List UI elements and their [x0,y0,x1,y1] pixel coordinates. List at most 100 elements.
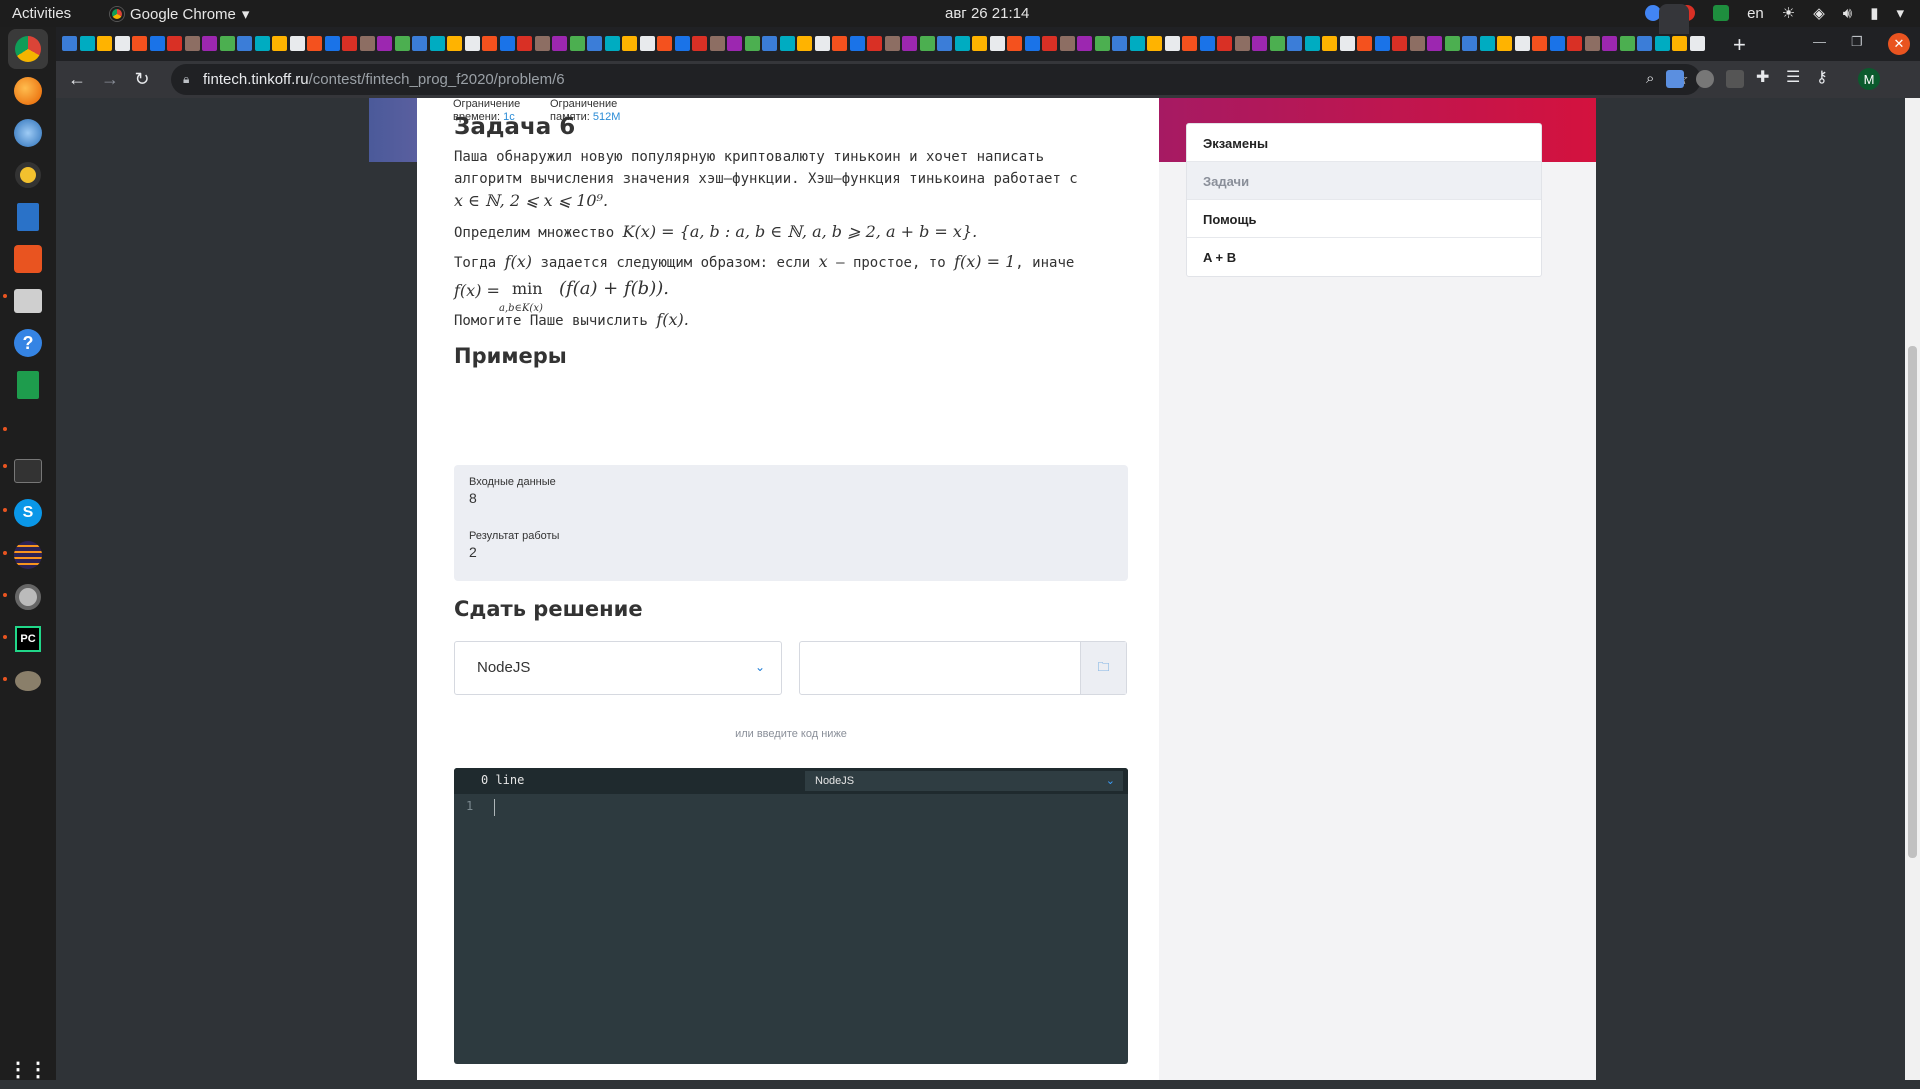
reading-list-icon[interactable]: ☰ [1786,67,1804,86]
pinned-tab-favicon[interactable] [1042,36,1057,51]
pinned-tab-favicon[interactable] [1479,36,1495,51]
pinned-tab-favicon[interactable] [1567,36,1582,51]
wifi-icon[interactable]: ◈ [1813,4,1825,22]
pinned-tab-favicon[interactable] [499,36,515,51]
pinned-tab-favicon[interactable] [412,36,427,51]
pinned-tab-favicon[interactable] [1252,36,1267,51]
pinned-tab-favicon[interactable] [1497,36,1512,51]
pinned-tab-favicon[interactable] [814,36,830,51]
pinned-tab-favicon[interactable] [289,36,305,51]
close-tab-icon[interactable]: ✕ [1688,34,1701,52]
lock-icon[interactable]: 🔒︎ [183,72,189,87]
new-tab-icon[interactable]: + [1733,32,1746,58]
pinned-tab-favicon[interactable] [167,36,182,51]
url-text[interactable]: fintech.tinkoff.ru/contest/fintech_prog_… [203,71,565,88]
pinned-tab-favicon[interactable] [779,36,795,51]
dock-files-icon[interactable] [8,281,48,321]
pinned-tab-favicon[interactable] [1234,36,1250,51]
pinned-tab-favicon[interactable] [114,36,130,51]
pinned-tab-favicon[interactable] [324,36,340,51]
extension-camera-icon[interactable] [1666,70,1684,88]
sidebar-item-exams[interactable]: Экзамены [1187,124,1541,162]
pinned-tab-favicon[interactable] [272,36,287,51]
pinned-tab-favicon[interactable] [1322,36,1337,51]
pinned-tab-favicon[interactable] [1654,36,1670,51]
editor-language-select[interactable]: NodeJS ⌄ [805,771,1123,791]
profile-avatar[interactable]: M [1858,68,1880,90]
pinned-tab-favicon[interactable] [237,36,252,51]
dock-app-icon[interactable] [8,577,48,617]
pinned-tab-favicon[interactable] [884,36,900,51]
pinned-tab-favicon[interactable] [62,36,77,51]
pinned-tab-favicon[interactable] [1182,36,1197,51]
key-icon[interactable]: ⚷ [1816,67,1834,86]
file-upload-field[interactable]: 🗀 [799,641,1127,695]
pinned-tab-favicon[interactable] [954,36,970,51]
pinned-tab-favicon[interactable] [1024,36,1040,51]
dock-writer-icon[interactable] [8,197,48,237]
dock-software-icon[interactable] [8,239,48,279]
pinned-tab-favicon[interactable] [79,36,95,51]
dock-gimp-icon[interactable] [8,661,48,701]
pinned-tab-favicon[interactable] [342,36,357,51]
pinned-tab-favicon[interactable] [1164,36,1180,51]
pinned-tab-favicon[interactable] [429,36,445,51]
pinned-tab-favicon[interactable] [1269,36,1285,51]
pinned-tab-favicon[interactable] [604,36,620,51]
forward-icon[interactable]: → [98,67,122,91]
pinned-tab-favicon[interactable] [902,36,917,51]
power-menu-icon[interactable]: ▾ [1896,4,1904,22]
pinned-tab-favicon[interactable] [1129,36,1145,51]
sidebar-item-problems[interactable]: Задачи [1187,162,1541,200]
brightness-icon[interactable]: ☀ [1782,4,1795,22]
pinned-tab-favicon[interactable] [744,36,760,51]
back-icon[interactable]: ← [65,67,89,91]
pinned-tab-favicon[interactable] [517,36,532,51]
extension-translate-icon[interactable] [1696,70,1714,88]
pinned-tab-favicon[interactable] [709,36,725,51]
dock-help-icon[interactable]: ? [8,323,48,363]
pinned-tab-favicon[interactable] [1077,36,1092,51]
pinned-tab-favicon[interactable] [447,36,462,51]
pinned-tab-favicon[interactable] [937,36,952,51]
pinned-tab-favicon[interactable] [569,36,585,51]
pinned-tab-favicon[interactable] [1514,36,1530,51]
minimize-icon[interactable]: — [1813,34,1826,49]
dock-terminal-icon[interactable] [8,451,48,491]
pinned-tab-favicon[interactable] [1357,36,1372,51]
volume-icon[interactable]: 🔊︎ [1843,5,1852,22]
pinned-tab-favicon[interactable] [202,36,217,51]
dock-thunderbird-icon[interactable] [8,113,48,153]
pinned-tab-favicon[interactable] [1374,36,1390,51]
pinned-tab-favicon[interactable] [797,36,812,51]
pinned-tab-favicon[interactable] [1409,36,1425,51]
pinned-tab-favicon[interactable] [552,36,567,51]
window-close-icon[interactable]: ✕ [1888,33,1910,55]
check-tray-icon[interactable] [1713,5,1730,21]
dock-calc-icon[interactable] [8,365,48,405]
pinned-tab-favicon[interactable] [1287,36,1302,51]
folder-icon[interactable]: 🗀 [1080,642,1126,694]
pinned-tab-favicon[interactable] [867,36,882,51]
sidebar-item-help[interactable]: Помощь [1187,200,1541,238]
pinned-tab-favicon[interactable] [97,36,112,51]
pinned-tab-favicon[interactable] [1147,36,1162,51]
dock-eclipse-icon[interactable] [8,535,48,575]
pinned-tab-favicon[interactable] [1444,36,1460,51]
pinned-tab-favicon[interactable] [622,36,637,51]
pinned-tab-favicon[interactable] [132,36,147,51]
pinned-tab-favicon[interactable] [534,36,550,51]
pinned-tab-favicon[interactable] [587,36,602,51]
pinned-tab-favicon[interactable] [1619,36,1635,51]
pinned-tab-favicon[interactable] [972,36,987,51]
reload-icon[interactable]: ↻ [130,67,154,91]
pinned-tab-favicon[interactable] [727,36,742,51]
pinned-tab-favicon[interactable] [377,36,392,51]
keyboard-layout-indicator[interactable]: en [1747,5,1764,22]
active-tab[interactable] [1659,4,1689,34]
pinned-tab-favicon[interactable] [1549,36,1565,51]
scrollbar-thumb[interactable] [1908,346,1917,858]
pinned-tab-favicon[interactable] [307,36,322,51]
pinned-tab-favicon[interactable] [1112,36,1127,51]
show-applications-icon[interactable]: ⋮⋮ [8,1049,48,1089]
